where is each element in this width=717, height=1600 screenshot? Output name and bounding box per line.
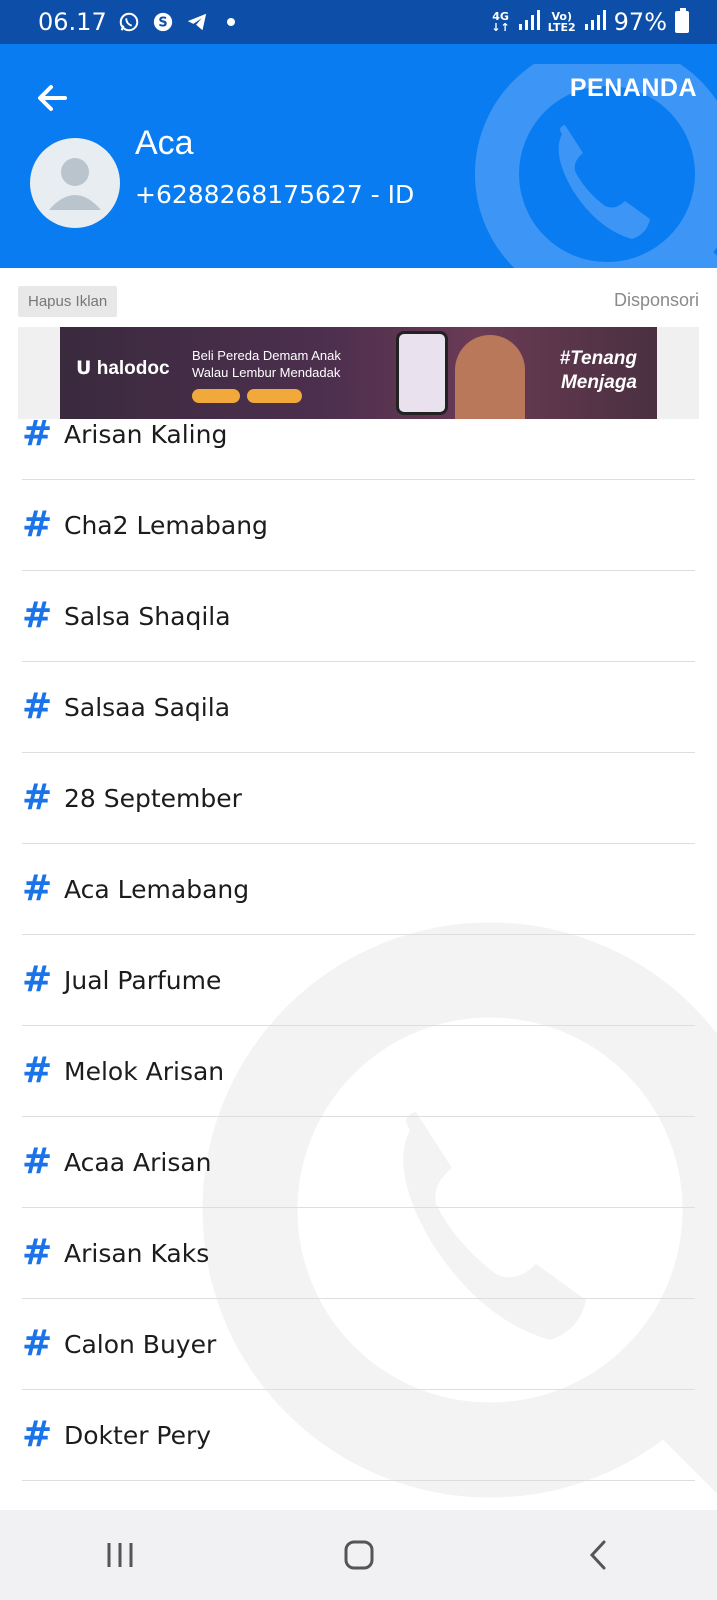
ad-headline: Beli Pereda Demam Anak Walau Lembur Mend… xyxy=(192,347,392,381)
battery-percent: 97% xyxy=(613,8,667,36)
hash-icon: # xyxy=(22,1414,53,1455)
hash-icon: # xyxy=(22,420,53,454)
list-item[interactable]: # Cha2 Lemabang xyxy=(22,480,695,571)
hash-icon: # xyxy=(22,777,53,818)
ad-pill-1 xyxy=(192,389,240,403)
ad-slogan: #Tenang Menjaga xyxy=(560,347,637,395)
signal-icon xyxy=(518,8,540,36)
system-nav-bar xyxy=(0,1510,717,1600)
contact-phone: +6288268175627 - ID xyxy=(135,180,415,209)
ad-headline-1: Beli Pereda Demam Anak xyxy=(192,348,341,363)
hash-icon: # xyxy=(22,1141,53,1182)
ad-brand-logo: ᑌ halodoc xyxy=(76,357,170,380)
ad-frame: ᑌ halodoc Beli Pereda Demam Anak Walau L… xyxy=(18,327,699,419)
home-icon xyxy=(344,1540,373,1570)
tag-label: Salsaa Saqila xyxy=(64,692,231,722)
list-item[interactable]: # Salsaa Saqila xyxy=(22,662,695,753)
ad-area: Hapus Iklan Disponsori ᑌ halodoc Beli Pe… xyxy=(0,268,717,420)
back-button[interactable] xyxy=(30,76,74,120)
tag-list-area[interactable]: # Arisan Kaling # Cha2 Lemabang # Salsa Sha… xyxy=(0,420,717,1510)
hash-icon: # xyxy=(22,504,53,545)
telegram-icon xyxy=(185,10,209,34)
tag-label: 28 September xyxy=(64,783,242,813)
tag-label: Melok Arisan xyxy=(64,1056,225,1086)
tag-label: Dokter Pery xyxy=(64,1420,212,1450)
tag-label: Cha2 Lemabang xyxy=(64,510,268,540)
tag-label: Aca Lemabang xyxy=(64,874,250,904)
ad-slogan-1: #Tenang xyxy=(559,348,637,369)
list-item[interactable]: # Melok Arisan xyxy=(22,1026,695,1117)
hash-icon: # xyxy=(22,595,53,636)
status-right: 4G ↓↑ Vo) LTE2 97% xyxy=(491,8,689,36)
tag-label: Arisan Kaling xyxy=(64,420,228,449)
ad-pill-2 xyxy=(247,389,302,403)
avatar xyxy=(30,138,120,228)
hash-icon: # xyxy=(22,1232,53,1273)
hash-icon: # xyxy=(22,1050,53,1091)
hash-icon: # xyxy=(22,868,53,909)
halodoc-logo-icon: ᑌ xyxy=(76,358,92,379)
status-bar: 06.17 S 4G ↓↑ Vo) LTE2 97% xyxy=(0,0,717,44)
arrow-left-icon xyxy=(38,85,67,111)
list-item[interactable]: # Acaa Arisan xyxy=(22,1117,695,1208)
tag-label: Acaa Arisan xyxy=(64,1147,212,1177)
svg-text:S: S xyxy=(158,16,167,31)
list-item[interactable]: # Arisan Kaks xyxy=(22,1208,695,1299)
battery-icon xyxy=(675,8,689,33)
signal-2-icon xyxy=(584,8,606,36)
whatsapp-icon xyxy=(117,10,141,34)
contact-header: PENANDA Aca +6288268175627 - ID xyxy=(0,44,717,268)
back-nav-button[interactable] xyxy=(558,1525,638,1585)
hash-icon: # xyxy=(22,1323,53,1364)
ad-brand-text: halodoc xyxy=(96,358,170,379)
status-time: 06.17 xyxy=(38,8,107,36)
contact-name: Aca xyxy=(135,124,194,162)
recents-button[interactable] xyxy=(80,1525,160,1585)
ad-headline-2: Walau Lembur Mendadak xyxy=(192,365,341,380)
list-item[interactable]: # Dokter Pery xyxy=(22,1390,695,1481)
list-item[interactable]: # Arisan Kaling xyxy=(22,420,695,480)
recents-icon xyxy=(107,1543,132,1567)
tag-list: # Arisan Kaling # Cha2 Lemabang # Salsa Sha… xyxy=(22,420,695,1481)
volte-bottom-label: LTE2 xyxy=(547,21,576,34)
tag-label: Jual Parfume xyxy=(64,965,222,995)
tag-label: Salsa Shaqila xyxy=(64,601,231,631)
home-button[interactable] xyxy=(319,1525,399,1585)
list-item[interactable]: # Salsa Shaqila xyxy=(22,571,695,662)
volte-label: Vo) LTE2 xyxy=(548,11,576,33)
notification-dot-icon xyxy=(219,10,243,34)
s-app-icon: S xyxy=(151,10,175,34)
tag-label: Arisan Kaks xyxy=(64,1238,210,1268)
list-item[interactable]: # Aca Lemabang xyxy=(22,844,695,935)
tag-button[interactable]: PENANDA xyxy=(570,74,697,103)
list-item[interactable]: # Jual Parfume xyxy=(22,935,695,1026)
ad-slogan-2: Menjaga xyxy=(560,372,637,393)
list-item[interactable]: #28 September xyxy=(22,753,695,844)
sponsored-label: Disponsori xyxy=(613,290,699,310)
hash-icon: # xyxy=(22,686,53,727)
network-type: 4G ↓↑ xyxy=(491,11,509,33)
ad-banner[interactable]: ᑌ halodoc Beli Pereda Demam Anak Walau L… xyxy=(60,327,657,419)
hash-icon: # xyxy=(22,959,53,1000)
back-chevron-icon xyxy=(589,1540,605,1570)
list-item[interactable]: # Calon Buyer xyxy=(22,1299,695,1390)
ad-phone-image xyxy=(396,331,448,415)
ad-person-image xyxy=(455,335,525,419)
tag-label: Calon Buyer xyxy=(64,1329,217,1359)
data-arrows-icon: ↓↑ xyxy=(491,21,510,34)
remove-ads-button[interactable]: Hapus Iklan xyxy=(18,286,118,317)
status-left: 06.17 S xyxy=(38,8,243,36)
